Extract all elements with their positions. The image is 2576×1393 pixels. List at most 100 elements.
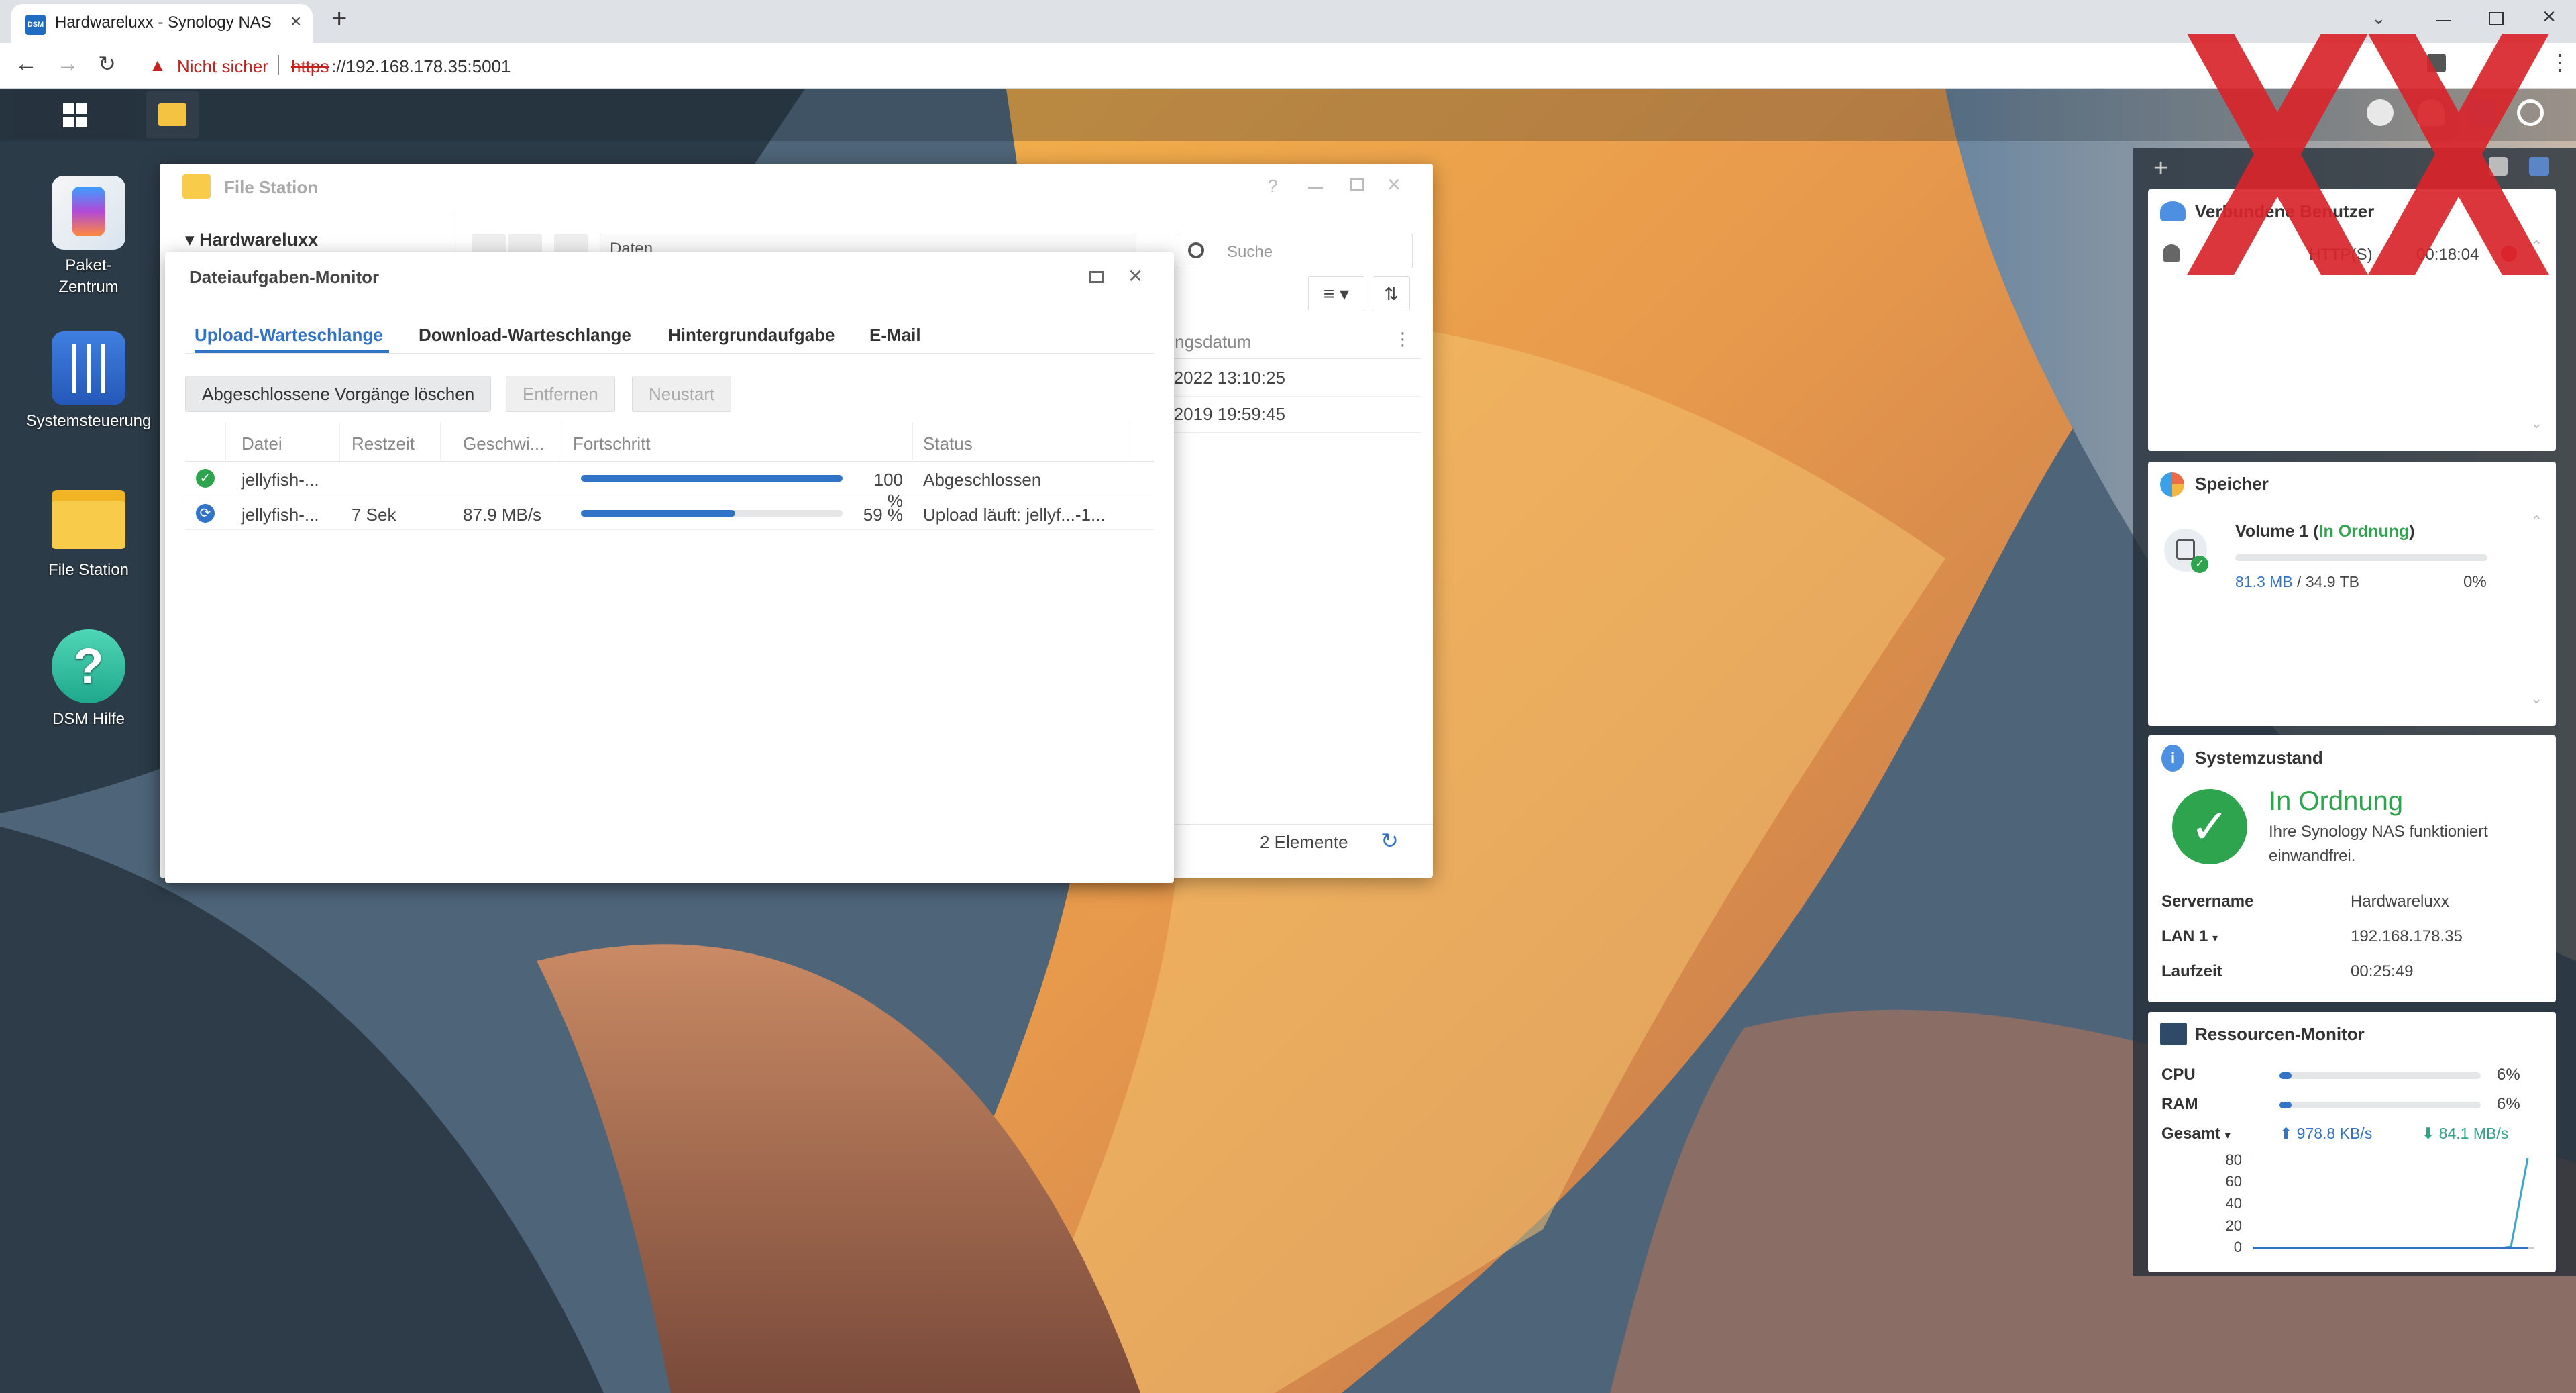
desktop-icon-label: Systemsteuerung <box>25 412 152 430</box>
column-remaining[interactable]: Restzeit <box>352 433 415 454</box>
uptime-value: 00:25:49 <box>2351 962 2414 980</box>
forward-icon[interactable]: → <box>56 51 79 77</box>
reload-icon[interactable]: ↻ <box>98 51 116 76</box>
table-header: Datei Restzeit Geschwi... Fortschritt St… <box>185 423 1154 462</box>
url-host: ://192.168.178.35:5001 <box>331 56 511 76</box>
header-divider <box>1146 358 1421 359</box>
header-cell-divider <box>225 423 226 460</box>
row-status: Abgeschlossen <box>923 470 1042 490</box>
task-monitor-window[interactable]: Dateiaufgaben-Monitor × Upload-Warteschl… <box>165 252 1174 883</box>
servername-value: Hardwareluxx <box>2351 892 2449 911</box>
progress-fill <box>581 510 736 517</box>
browser-tab[interactable]: DSM Hardwareluxx - Synology NAS × <box>11 4 313 43</box>
lan-dropdown[interactable]: LAN 1 ▾ <box>2161 927 2218 946</box>
scroll-down-icon[interactable]: ⌄ <box>2530 690 2542 707</box>
lan-value: 192.168.178.35 <box>2351 927 2463 945</box>
tab-title: Hardwareluxx - Synology NAS <box>55 13 272 32</box>
table-row[interactable]: ✓ jellyfish-... 100 % Abgeschlossen <box>185 462 1154 511</box>
table-row[interactable]: ⟳ jellyfish-... 7 Sek 87.9 MB/s 59 % Upl… <box>185 497 1154 530</box>
url-field[interactable]: ▲ Nicht sicher https ://192.168.178.35:5… <box>142 48 2504 83</box>
refresh-icon[interactable]: ↻ <box>1381 828 1399 854</box>
slider-glyph-3 <box>101 344 105 393</box>
widget-resource-monitor: Ressourcen-Monitor CPU 6% RAM 6% Gesamt … <box>2148 1012 2556 1272</box>
maximize-icon[interactable] <box>1350 178 1364 191</box>
column-progress[interactable]: Fortschritt <box>573 433 651 454</box>
tabs-divider <box>185 353 1154 354</box>
volume-name: Volume 1 (In Ordnung) <box>2235 522 2415 541</box>
row-speed: 87.9 MB/s <box>463 505 542 525</box>
window-close-icon[interactable]: × <box>2542 4 2556 30</box>
desktop-icon-file-station[interactable]: File Station <box>15 480 162 581</box>
health-desc-line1: Ihre Synology NAS funktioniert <box>2269 823 2488 841</box>
chevron-down-icon: ▾ <box>2212 933 2218 944</box>
back-icon[interactable]: ← <box>15 51 38 77</box>
row-file: jellyfish-... <box>241 470 319 490</box>
minimize-icon[interactable] <box>1308 187 1323 189</box>
desktop-icon-package-center[interactable]: Paket- Zentrum <box>15 176 162 298</box>
volume-status: In Ordnung <box>2318 522 2410 541</box>
statusbar-divider <box>1146 824 1433 825</box>
close-icon[interactable]: × <box>1387 172 1401 198</box>
health-desc-line2: einwandfrei. <box>2269 847 2356 865</box>
tree-root-label: Hardwareluxx <box>199 229 319 250</box>
tab-email[interactable]: E-Mail <box>869 325 921 346</box>
folder-icon <box>52 480 125 554</box>
progress-fill <box>581 475 843 482</box>
folder-front <box>52 501 125 549</box>
clear-completed-button[interactable]: Abgeschlossene Vorgänge löschen <box>185 376 492 412</box>
volume-icon: ✓ <box>2164 529 2208 573</box>
widget-panel: + Verbundene Benutzer HTTP(S) 00:18:04 ⌃… <box>2133 148 2576 1276</box>
search-placeholder: Suche <box>1227 243 1273 261</box>
taskbar-file-station[interactable] <box>146 91 199 138</box>
maximize-icon[interactable] <box>1089 271 1104 283</box>
upload-rate: ⬆ 978.8 KB/s <box>2279 1125 2372 1143</box>
column-status[interactable]: Status <box>923 433 973 454</box>
tab-close-icon[interactable]: × <box>286 11 306 32</box>
chevron-down-icon[interactable]: ⌄ <box>2371 8 2386 29</box>
tab-background[interactable]: Hintergrundaufgabe <box>668 325 835 346</box>
widget-title: Ressourcen-Monitor <box>2195 1024 2365 1044</box>
scroll-down-icon[interactable]: ⌄ <box>2530 415 2542 432</box>
row-remaining: 7 Sek <box>352 505 396 525</box>
storage-pie-icon <box>2160 472 2184 497</box>
scroll-up-icon[interactable]: ⌃ <box>2530 513 2542 530</box>
upload-arrow-icon: ⬆ <box>2279 1125 2293 1142</box>
chart-tick: 40 <box>2225 1195 2242 1212</box>
desktop-icon-dsm-help[interactable]: ? DSM Hilfe <box>15 629 162 730</box>
menu-icon[interactable]: ⋮ <box>2549 50 2571 75</box>
download-rate: ⬇ 84.1 MB/s <box>2422 1125 2508 1143</box>
restore-icon[interactable] <box>2489 12 2504 25</box>
download-arrow-icon: ⬇ <box>2422 1125 2435 1142</box>
desktop-icon-control-panel[interactable]: Systemsteuerung <box>15 331 162 432</box>
info-icon: i <box>2161 745 2184 772</box>
close-icon[interactable]: × <box>1128 262 1142 290</box>
add-widget-icon[interactable]: + <box>2153 154 2168 183</box>
help-icon[interactable]: ? <box>1268 176 1277 197</box>
restart-button[interactable]: Neustart <box>632 376 732 412</box>
header-cell-divider <box>912 423 913 460</box>
total-dropdown[interactable]: Gesamt ▾ <box>2161 1125 2231 1143</box>
download-value: 84.1 MB/s <box>2438 1125 2509 1142</box>
url-separator <box>278 55 279 75</box>
warning-icon: ▲ <box>149 55 166 75</box>
new-tab-button[interactable]: + <box>331 4 347 34</box>
minimize-icon[interactable] <box>2436 20 2451 21</box>
column-menu-icon[interactable]: ⋮ <box>1394 329 1411 350</box>
column-file[interactable]: Datei <box>241 433 282 454</box>
sort-button[interactable]: ⇅ <box>1373 276 1410 311</box>
main-menu-button[interactable] <box>15 91 136 138</box>
column-speed[interactable]: Geschwi... <box>463 433 544 454</box>
ram-label: RAM <box>2161 1095 2198 1113</box>
remove-button[interactable]: Entfernen <box>506 376 615 412</box>
list-view-button[interactable]: ≡ ▾ <box>1308 276 1364 311</box>
lan-label: LAN 1 <box>2161 927 2208 945</box>
tab-upload[interactable]: Upload-Warteschlange <box>195 325 383 346</box>
tree-root[interactable]: ▾ Hardwareluxx <box>185 229 318 250</box>
search-field[interactable]: Suche <box>1177 234 1413 268</box>
ram-fill <box>2279 1102 2292 1108</box>
cpu-fill <box>2279 1072 2292 1079</box>
tab-download[interactable]: Download-Warteschlange <box>419 325 631 346</box>
url-scheme: https <box>291 56 329 76</box>
slider-glyph-1 <box>72 344 76 393</box>
row-divider <box>1146 396 1421 397</box>
